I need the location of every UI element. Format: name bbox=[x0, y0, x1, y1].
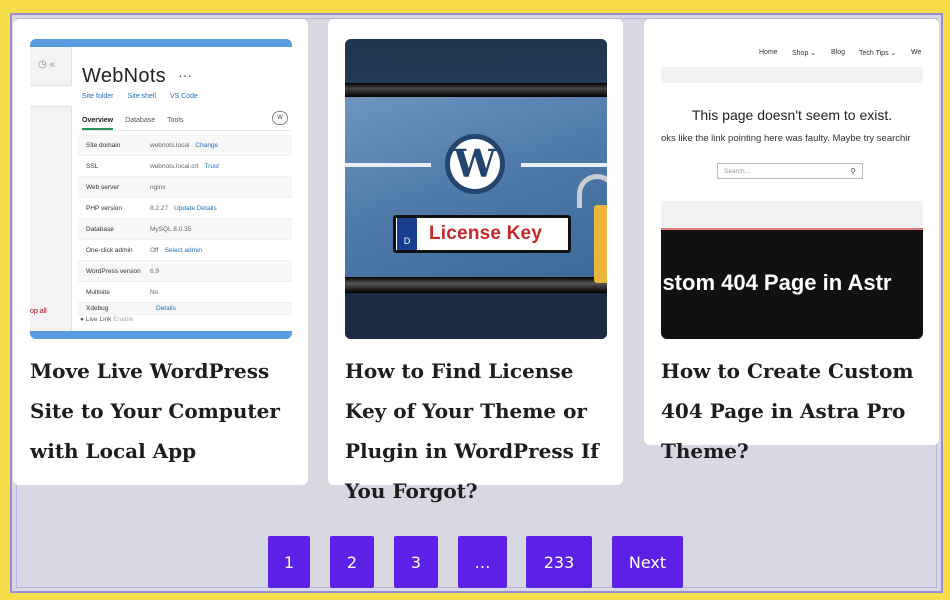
tab-overview: Overview bbox=[82, 117, 114, 130]
nav-shop: Shop ⌄ bbox=[792, 50, 817, 57]
image-stripe bbox=[345, 83, 607, 97]
table-row: Web server nginx bbox=[78, 177, 292, 198]
site-links: Site folder Site shell VS Code bbox=[82, 93, 198, 100]
row-key: Database bbox=[86, 225, 114, 233]
post-thumbnail[interactable]: Home Shop ⌄ Blog Tech Tips ⌄ We This pag… bbox=[661, 39, 923, 339]
row-key: Site domain bbox=[86, 141, 121, 149]
post-card[interactable]: W D License Key How to Find License Key … bbox=[328, 19, 623, 503]
row-key: Multisite bbox=[86, 288, 110, 296]
row-value: No bbox=[150, 288, 159, 296]
site-info-table: Site domain webnots.local Change SSL webnot… bbox=[78, 135, 292, 315]
row-key: Xdebug bbox=[86, 305, 109, 312]
post-title[interactable]: Move Live WordPress Site to Your Compute… bbox=[30, 351, 305, 471]
live-link: ● Live Link Enable bbox=[80, 316, 134, 323]
row-action: Change bbox=[195, 141, 219, 149]
wordpress-logo-icon: W bbox=[445, 134, 505, 194]
page-1-button[interactable]: 1 bbox=[268, 536, 310, 588]
row-value: Off bbox=[150, 246, 159, 254]
search-icon: ⚲ bbox=[850, 167, 856, 176]
window-bottom-bar bbox=[30, 331, 292, 339]
app-tabs: Overview Database Tools bbox=[82, 117, 292, 131]
table-row: Site domain webnots.local Change bbox=[78, 135, 292, 156]
post-thumbnail[interactable]: W D License Key bbox=[345, 39, 607, 339]
table-row: PHP version 8.2.27 Update Details bbox=[78, 198, 292, 219]
site-name: WebNots bbox=[82, 65, 166, 87]
license-plate: D License Key bbox=[393, 215, 571, 253]
padlock-body-icon bbox=[594, 205, 607, 283]
error-heading: This page doesn't seem to exist. bbox=[691, 107, 893, 123]
page-233-button[interactable]: 233 bbox=[526, 536, 592, 588]
row-value: MySQL 8.0.35 bbox=[150, 225, 192, 233]
error-text: oks like the link pointing here was faul… bbox=[661, 133, 911, 144]
row-value: 6.9 bbox=[150, 267, 160, 275]
row-action: Select admin bbox=[164, 246, 203, 254]
nav-home: Home bbox=[759, 49, 778, 56]
row-action: Details bbox=[156, 305, 176, 312]
site-shell-link: Site shell bbox=[127, 93, 156, 100]
post-thumbnail[interactable]: ◷ « op all WebNots ··· Site folder Site … bbox=[30, 39, 292, 339]
tab-tools: Tools bbox=[167, 117, 184, 124]
banner-text: ustom 404 Page in Astr bbox=[661, 270, 892, 295]
more-icon: ··· bbox=[178, 67, 192, 83]
next-page-button[interactable]: Next bbox=[612, 536, 683, 588]
row-action: Trust bbox=[204, 162, 219, 170]
page-3-button[interactable]: 3 bbox=[394, 536, 438, 588]
vscode-link: VS Code bbox=[169, 93, 198, 100]
stop-all-label: op all bbox=[30, 308, 47, 315]
footer-band bbox=[661, 201, 923, 231]
post-card[interactable]: ◷ « op all WebNots ··· Site folder Site … bbox=[13, 19, 308, 485]
table-row: One-click admin Off Select admin bbox=[78, 240, 292, 261]
nav-tech-tips-label: Tech Tips bbox=[859, 50, 889, 57]
row-key: PHP version bbox=[86, 204, 123, 212]
live-link-label: Live Link bbox=[85, 316, 112, 323]
table-row: SSL webnots.local.crt Trust bbox=[78, 156, 292, 177]
table-row: Xdebug Details bbox=[78, 303, 292, 315]
image-bottom-band bbox=[345, 293, 607, 339]
nav-blog: Blog bbox=[831, 49, 846, 56]
nav-we: We bbox=[911, 49, 922, 56]
decor-line bbox=[521, 163, 607, 167]
row-action: Update Details bbox=[174, 204, 217, 212]
row-value: webnots.local.crt bbox=[150, 162, 199, 170]
app-sidebar: ◷ « op all bbox=[30, 47, 72, 331]
image-stripe bbox=[345, 277, 607, 293]
image-top-band bbox=[345, 39, 607, 83]
search-input: Search... ⚲ bbox=[717, 163, 863, 179]
decor-line bbox=[345, 163, 431, 167]
header-band bbox=[661, 67, 923, 83]
row-key: SSL bbox=[86, 162, 99, 170]
post-title[interactable]: How to Find License Key of Your Theme or… bbox=[345, 351, 620, 511]
site-nav: Home Shop ⌄ Blog Tech Tips ⌄ We bbox=[661, 39, 923, 67]
row-value: webnots.local bbox=[150, 141, 190, 149]
row-key: Web server bbox=[86, 183, 120, 191]
table-row: Multisite No bbox=[78, 282, 292, 303]
row-value: nginx bbox=[150, 183, 166, 191]
tab-database: Database bbox=[125, 117, 156, 124]
window-top-bar bbox=[30, 39, 292, 47]
row-key: One-click admin bbox=[86, 246, 133, 254]
live-link-enable: Enable bbox=[113, 316, 134, 323]
row-key: WordPress version bbox=[86, 267, 141, 275]
page-ellipsis: … bbox=[458, 536, 507, 588]
title-banner: ustom 404 Page in Astr bbox=[661, 230, 923, 339]
search-placeholder: Search... bbox=[724, 168, 751, 175]
site-folder-link: Site folder bbox=[82, 93, 114, 100]
plate-text: License Key bbox=[429, 223, 543, 244]
table-row: WordPress version 6.9 bbox=[78, 261, 292, 282]
history-icon: ◷ « bbox=[38, 59, 56, 70]
wordpress-icon: W bbox=[272, 111, 288, 125]
sidebar-item bbox=[30, 85, 72, 107]
page-2-button[interactable]: 2 bbox=[330, 536, 374, 588]
row-value: 8.2.27 bbox=[150, 204, 169, 212]
table-row: Database MySQL 8.0.35 bbox=[78, 219, 292, 240]
nav-shop-label: Shop bbox=[792, 50, 809, 57]
plate-country: D bbox=[397, 218, 417, 250]
post-title[interactable]: How to Create Custom 404 Page in Astra P… bbox=[661, 351, 936, 471]
nav-tech-tips: Tech Tips ⌄ bbox=[859, 50, 897, 57]
post-card[interactable]: Home Shop ⌄ Blog Tech Tips ⌄ We This pag… bbox=[644, 19, 939, 463]
app-main: WebNots ··· Site folder Site shell VS Co… bbox=[72, 47, 292, 331]
